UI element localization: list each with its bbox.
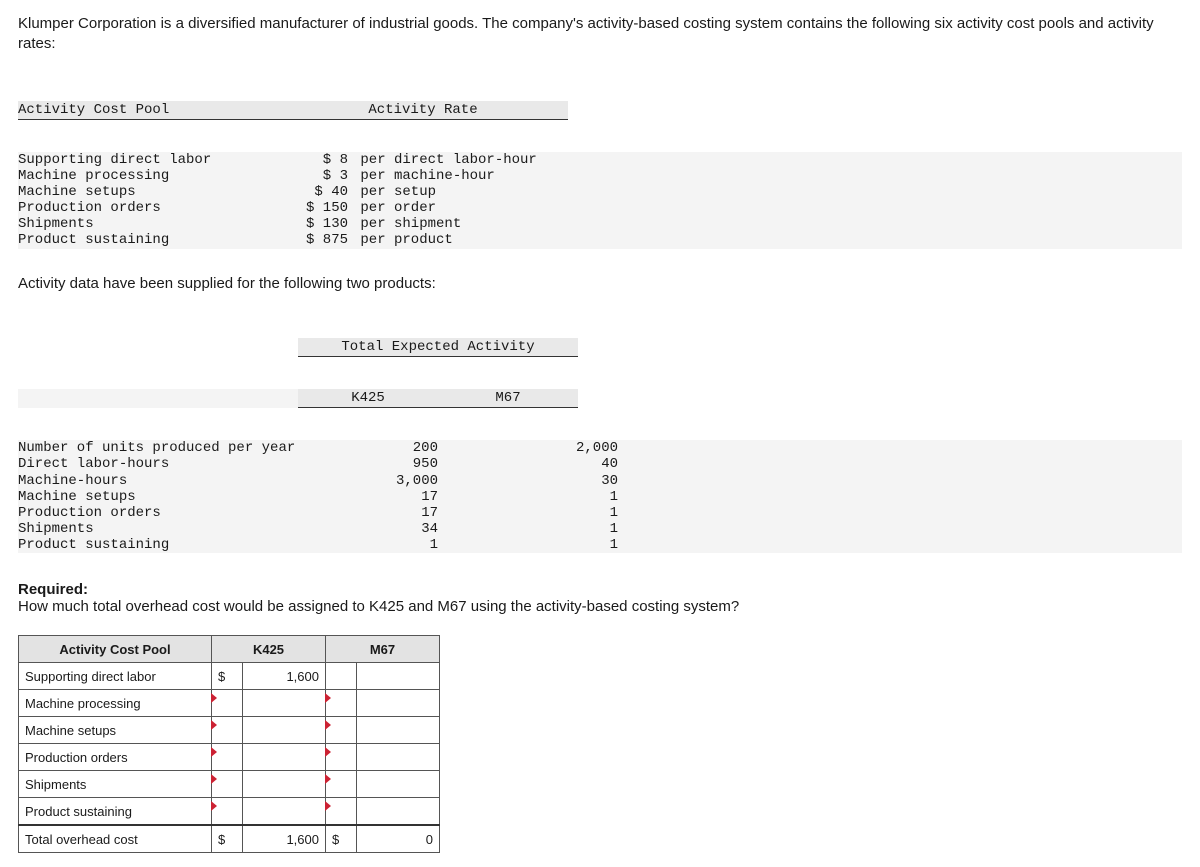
activity-k425: 950	[298, 456, 478, 472]
rate-unit: per setup	[348, 184, 572, 200]
th-activity-cost-pool-2: Activity Cost Pool	[19, 636, 212, 663]
k425-value-cell[interactable]	[243, 744, 326, 771]
k425-currency-cell[interactable]	[212, 771, 243, 798]
input-row-label: Shipments	[19, 771, 212, 798]
input-row-label: Supporting direct labor	[19, 663, 212, 690]
k425-value-cell[interactable]	[243, 771, 326, 798]
rate-amount: $ 875	[278, 232, 348, 248]
total-m67-currency: $	[326, 825, 357, 853]
m67-currency-cell[interactable]	[326, 744, 357, 771]
m67-value-cell[interactable]	[357, 744, 440, 771]
m67-currency-cell[interactable]	[326, 771, 357, 798]
input-row-label: Production orders	[19, 744, 212, 771]
k425-value-cell[interactable]	[243, 798, 326, 826]
intro-text: Klumper Corporation is a diversified man…	[18, 14, 1182, 55]
activity-m67: 1	[478, 537, 658, 553]
activity-m67: 2,000	[478, 440, 658, 456]
th-m67-2: M67	[326, 636, 440, 663]
m67-currency-cell[interactable]	[326, 663, 357, 690]
th-k425-2: K425	[212, 636, 326, 663]
rate-pool: Product sustaining	[18, 232, 278, 248]
m67-value-cell[interactable]	[357, 771, 440, 798]
th-activity-rate: Activity Rate	[278, 101, 568, 120]
activity-k425: 3,000	[298, 473, 478, 489]
th-total-expected-activity: Total Expected Activity	[298, 338, 578, 357]
rate-pool: Production orders	[18, 200, 278, 216]
m67-currency-cell[interactable]	[326, 798, 357, 826]
activity-k425: 17	[298, 505, 478, 521]
activity-m67: 1	[478, 505, 658, 521]
rate-pool: Machine processing	[18, 168, 278, 184]
m67-currency-cell[interactable]	[326, 717, 357, 744]
m67-value-cell[interactable]	[357, 717, 440, 744]
total-m67-value: 0	[357, 825, 440, 853]
total-k425-value: 1,600	[243, 825, 326, 853]
rate-unit: per machine-hour	[348, 168, 572, 184]
total-k425-currency: $	[212, 825, 243, 853]
overhead-input-table: Activity Cost Pool K425 M67 Supporting d…	[18, 635, 440, 853]
required-section: Required: How much total overhead cost w…	[18, 581, 1182, 615]
input-row-label: Product sustaining	[19, 798, 212, 826]
k425-value-cell[interactable]	[243, 690, 326, 717]
rate-pool: Machine setups	[18, 184, 278, 200]
rate-amount: $ 40	[278, 184, 348, 200]
k425-value-cell[interactable]: 1,600	[243, 663, 326, 690]
k425-currency-cell[interactable]	[212, 717, 243, 744]
activity-rate-table: Activity Cost Pool Activity Rate Support…	[18, 69, 1182, 265]
th-activity-cost-pool: Activity Cost Pool	[18, 101, 278, 120]
m67-value-cell[interactable]	[357, 690, 440, 717]
activity-k425: 1	[298, 537, 478, 553]
activity-label: Direct labor-hours	[18, 456, 298, 472]
m67-currency-cell[interactable]	[326, 690, 357, 717]
rate-unit: per direct labor-hour	[348, 152, 572, 168]
activity-label: Machine-hours	[18, 473, 298, 489]
m67-value-cell[interactable]	[357, 663, 440, 690]
activity-label: Production orders	[18, 505, 298, 521]
m67-value-cell[interactable]	[357, 798, 440, 826]
rate-pool: Shipments	[18, 216, 278, 232]
rate-amount: $ 130	[278, 216, 348, 232]
activity-label: Number of units produced per year	[18, 440, 298, 456]
th-k425: K425	[298, 389, 438, 408]
input-row-label: Machine setups	[19, 717, 212, 744]
rate-unit: per product	[348, 232, 572, 248]
activity-label: Machine setups	[18, 489, 298, 505]
rate-pool: Supporting direct labor	[18, 152, 278, 168]
activity-k425: 17	[298, 489, 478, 505]
k425-currency-cell[interactable]: $	[212, 663, 243, 690]
th-m67: M67	[438, 389, 578, 408]
activity-m67: 30	[478, 473, 658, 489]
activity-data-text: Activity data have been supplied for the…	[18, 275, 1182, 292]
k425-currency-cell[interactable]	[212, 744, 243, 771]
activity-k425: 34	[298, 521, 478, 537]
activity-label: Shipments	[18, 521, 298, 537]
rate-unit: per shipment	[348, 216, 572, 232]
activity-label: Product sustaining	[18, 537, 298, 553]
input-row-label: Machine processing	[19, 690, 212, 717]
required-label: Required:	[18, 581, 88, 598]
activity-m67: 40	[478, 456, 658, 472]
required-question: How much total overhead cost would be as…	[18, 598, 739, 615]
k425-currency-cell[interactable]	[212, 798, 243, 826]
rate-amount: $ 3	[278, 168, 348, 184]
k425-value-cell[interactable]	[243, 717, 326, 744]
activity-m67: 1	[478, 521, 658, 537]
activity-m67: 1	[478, 489, 658, 505]
expected-activity-table: Total Expected Activity K425 M67 Number …	[18, 306, 1182, 570]
rate-unit: per order	[348, 200, 572, 216]
rate-amount: $ 150	[278, 200, 348, 216]
activity-k425: 200	[298, 440, 478, 456]
rate-amount: $ 8	[278, 152, 348, 168]
k425-currency-cell[interactable]	[212, 690, 243, 717]
total-label: Total overhead cost	[19, 825, 212, 853]
